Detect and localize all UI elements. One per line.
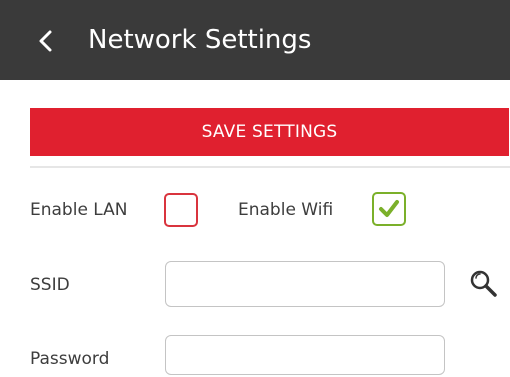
password-input[interactable] xyxy=(165,335,445,375)
password-label: Password xyxy=(30,349,110,369)
ssid-label: SSID xyxy=(30,275,70,295)
enable-wifi-label: Enable Wifi xyxy=(238,200,334,220)
save-settings-button[interactable]: SAVE SETTINGS xyxy=(30,108,509,156)
chevron-left-icon xyxy=(28,22,68,62)
enable-lan-checkbox[interactable] xyxy=(164,193,198,227)
divider xyxy=(30,166,510,168)
enable-lan-label: Enable LAN xyxy=(30,200,128,220)
enable-wifi-checkbox[interactable] xyxy=(372,192,406,226)
search-icon xyxy=(468,270,500,304)
ssid-search-button[interactable] xyxy=(468,268,500,300)
ssid-input[interactable] xyxy=(165,261,445,307)
page-title: Network Settings xyxy=(88,25,312,55)
back-button[interactable] xyxy=(28,22,68,62)
header-bar: Network Settings xyxy=(0,0,510,80)
